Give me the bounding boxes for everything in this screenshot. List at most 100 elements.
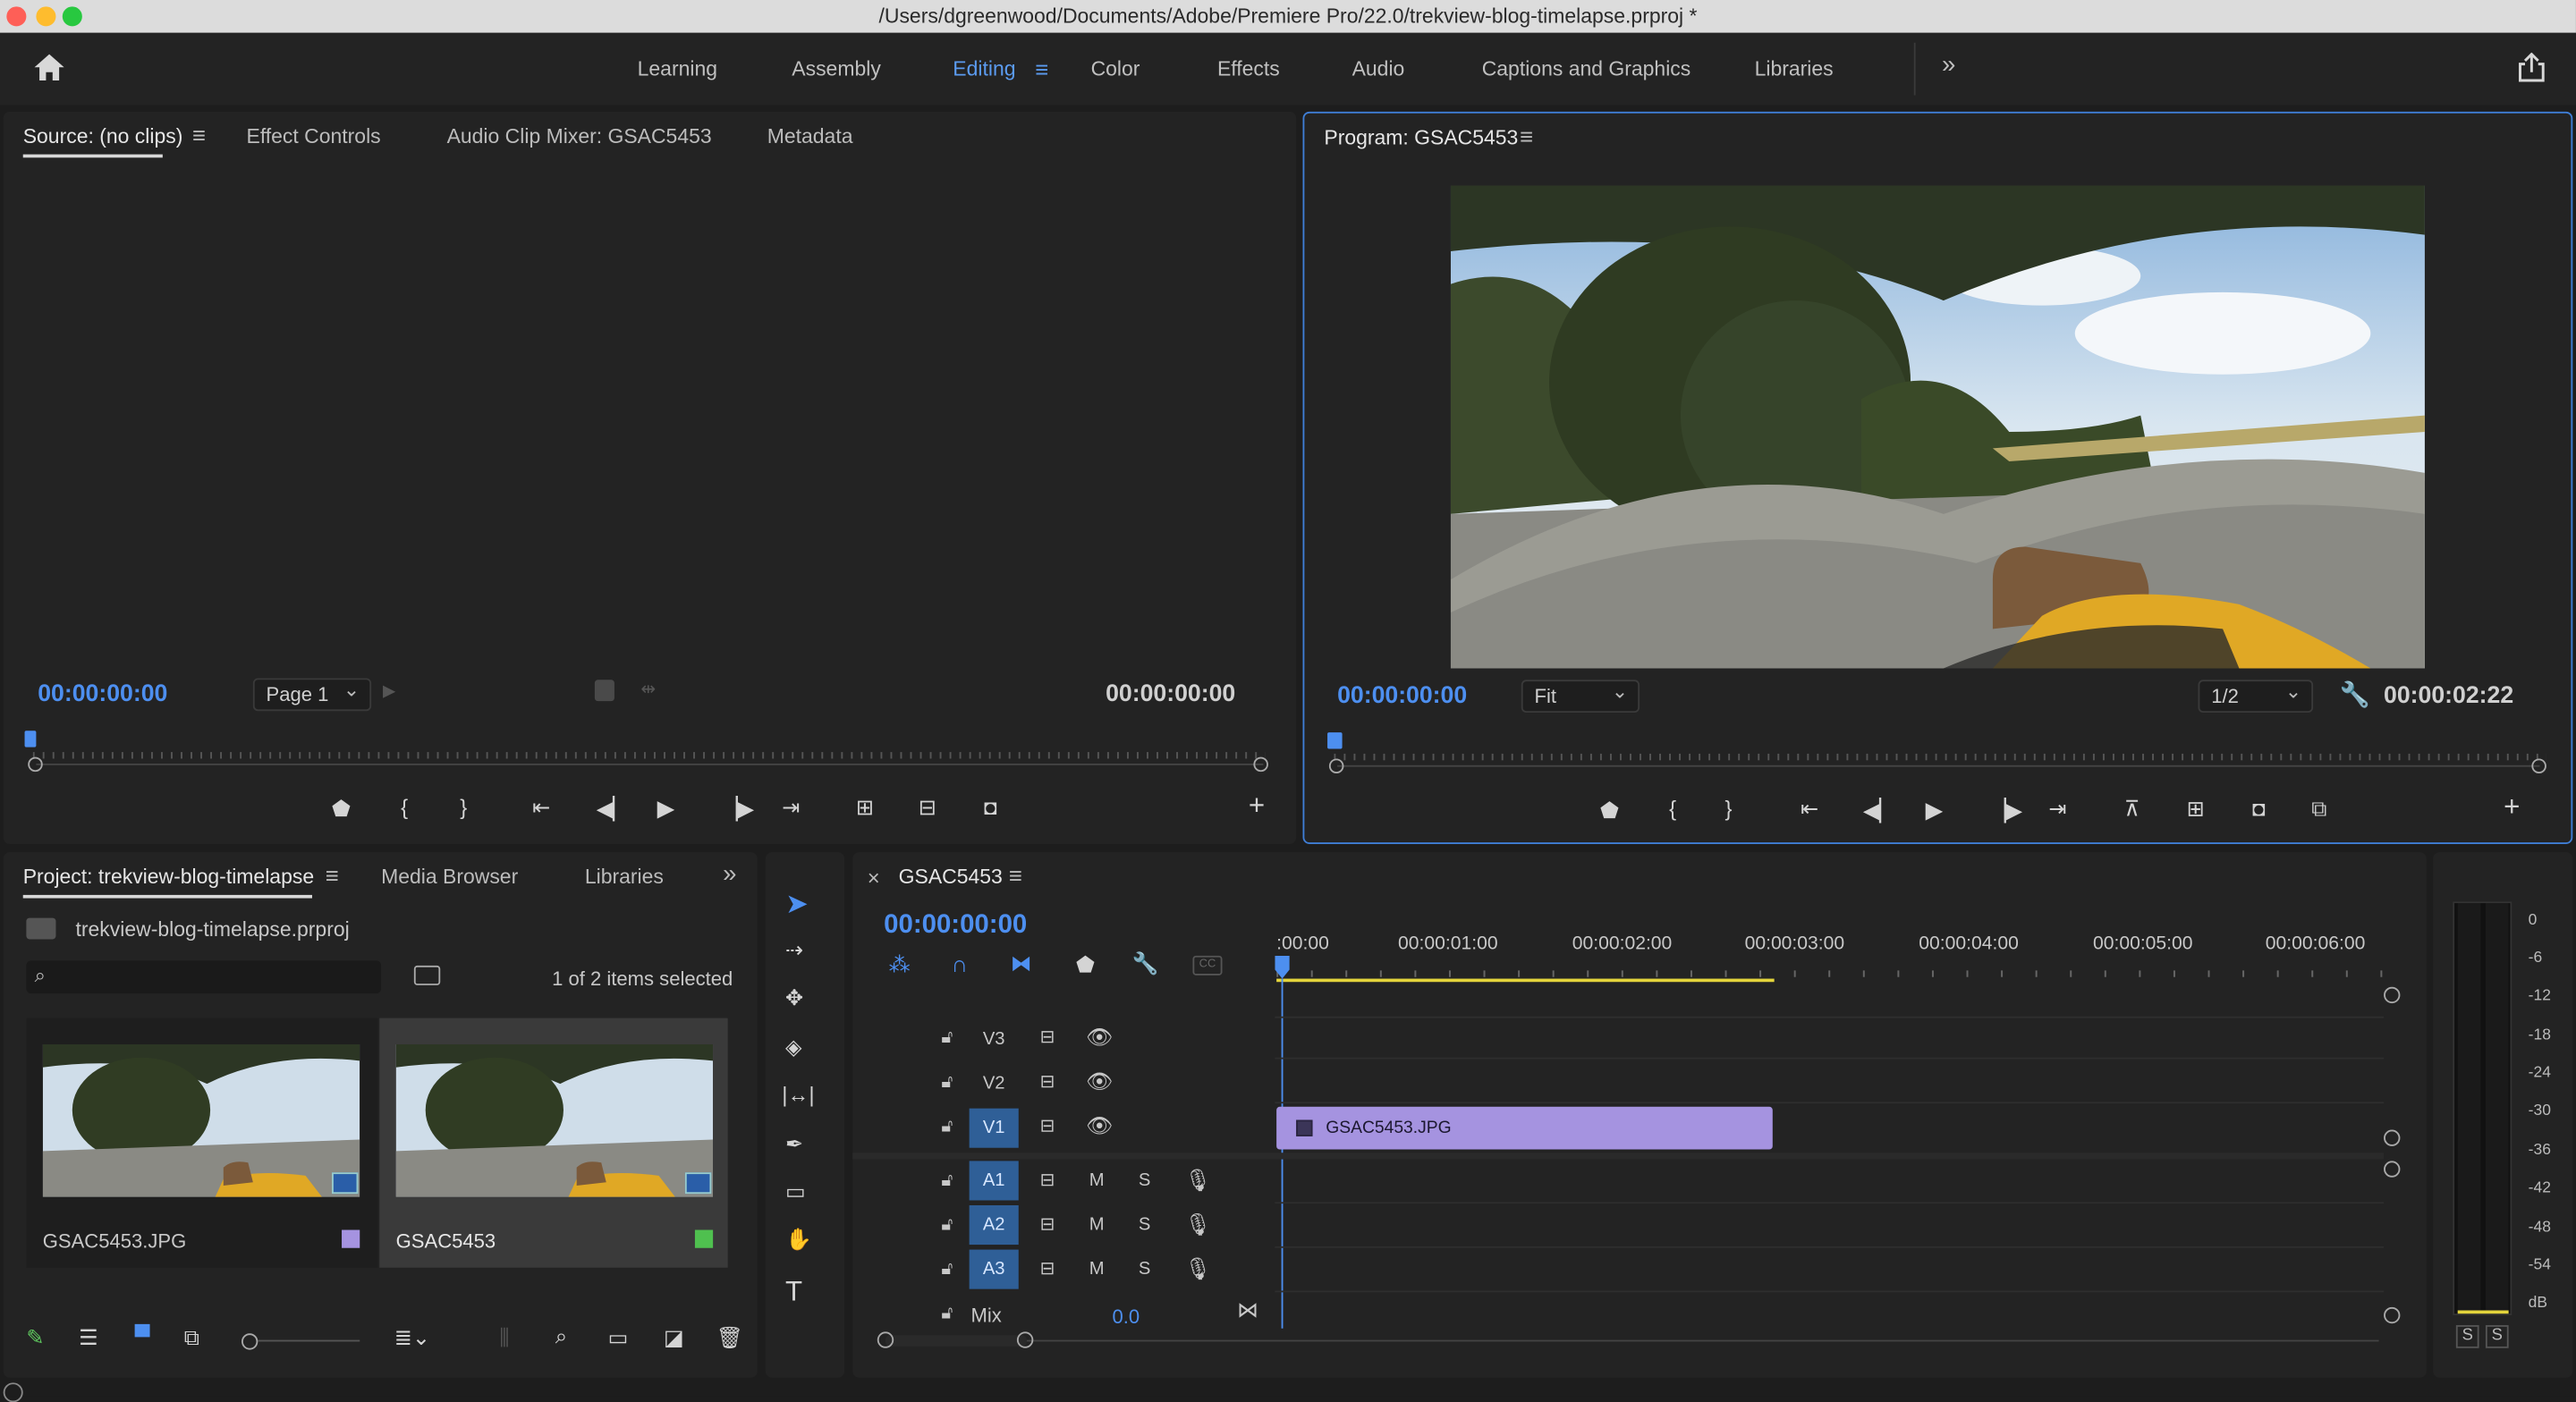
source-zoom-handle-right[interactable] xyxy=(1253,756,1268,773)
horizontal-scrollbar[interactable] xyxy=(890,1339,2379,1342)
fx-badge-icon[interactable] xyxy=(1296,1119,1313,1136)
minimize-window-button[interactable] xyxy=(36,6,56,27)
project-search-input[interactable]: ⌕ xyxy=(26,960,382,994)
export-frame-icon[interactable]: ◘ xyxy=(984,795,996,820)
workspace-effects[interactable]: Effects xyxy=(1217,33,1280,106)
maximize-window-button[interactable] xyxy=(62,6,82,27)
zoom-slider-handle[interactable] xyxy=(241,1333,258,1350)
eye-icon[interactable]: 👁︎ xyxy=(1086,1025,1113,1051)
fit-select[interactable]: Fit xyxy=(1521,677,1640,714)
sync-lock-icon[interactable]: ⊟ xyxy=(1040,1070,1055,1092)
rectangle-tool-icon[interactable]: ▭ xyxy=(785,1179,806,1205)
lock-icon[interactable]: 🔓︎ xyxy=(941,1170,953,1192)
tab-program[interactable]: Program: GSAC5453 xyxy=(1324,126,1518,149)
add-marker-icon[interactable]: ⬟ xyxy=(332,797,351,823)
program-zoom-handle-right[interactable] xyxy=(2531,758,2546,773)
vertical-zoom-handle-bottom[interactable] xyxy=(2384,1129,2401,1146)
tab-sequence[interactable]: GSAC5453 xyxy=(899,866,1003,889)
source-playhead[interactable] xyxy=(24,731,37,747)
program-time-ruler[interactable] xyxy=(1334,743,2546,761)
solo-right-button[interactable]: S xyxy=(2485,1325,2509,1348)
go-to-in-icon[interactable]: ⇤ xyxy=(532,795,550,821)
write-protect-pencil-icon[interactable]: ✎ xyxy=(26,1325,44,1351)
lock-icon[interactable]: 🔓︎ xyxy=(941,1072,953,1094)
tab-audio-clip-mixer[interactable]: Audio Clip Mixer: GSAC5453 xyxy=(447,125,712,148)
audio-tracks-area[interactable] xyxy=(1275,1160,2384,1317)
track-label-a3[interactable]: A3 xyxy=(969,1249,1019,1289)
new-item-icon[interactable]: ◪ xyxy=(664,1325,684,1351)
horizontal-zoom-handle-right[interactable] xyxy=(1016,1331,1034,1348)
eye-icon[interactable]: 👁︎ xyxy=(1086,1069,1113,1095)
play-icon[interactable]: ▶ xyxy=(657,795,675,823)
video-audio-divider[interactable] xyxy=(852,1153,2385,1160)
vertical-zoom-handle-top[interactable] xyxy=(2384,986,2401,1004)
freeform-view-icon[interactable]: ⧉ xyxy=(184,1325,199,1351)
workspace-editing-menu-icon[interactable]: ≡ xyxy=(1035,33,1048,106)
hand-tool-icon[interactable]: ✋ xyxy=(785,1227,812,1253)
program-zoom-bar[interactable] xyxy=(1337,764,2540,767)
solo-button[interactable]: S xyxy=(1139,1170,1150,1190)
automate-to-sequence-icon[interactable]: ⫼ xyxy=(499,1325,509,1351)
program-go-to-out-icon[interactable]: ⇥ xyxy=(2048,797,2066,823)
extract-icon[interactable]: ⊞ xyxy=(2187,797,2205,823)
mix-volume-value[interactable]: 0.0 xyxy=(1112,1305,1140,1329)
microphone-icon[interactable]: 🎙︎ xyxy=(1184,1212,1211,1237)
snap-magnet-icon[interactable]: ∩ xyxy=(951,950,967,976)
track-label-a1[interactable]: A1 xyxy=(969,1161,1019,1201)
project-menu-icon[interactable]: ≡ xyxy=(326,862,339,888)
settings-wrench-icon[interactable]: 🔧 xyxy=(2339,680,2369,709)
solo-button[interactable]: S xyxy=(1139,1260,1150,1280)
comparison-view-icon[interactable]: ⧉ xyxy=(2311,797,2326,823)
lift-icon[interactable]: ⊼ xyxy=(2124,797,2140,823)
mute-button[interactable]: M xyxy=(1089,1215,1105,1235)
program-step-back-icon[interactable]: ◀▏ xyxy=(1863,798,1896,824)
slip-tool-icon[interactable]: |↔| xyxy=(782,1082,814,1107)
mute-button[interactable]: M xyxy=(1089,1170,1105,1190)
sync-lock-icon[interactable]: ⊟ xyxy=(1040,1115,1055,1136)
track-label-v1[interactable]: V1 xyxy=(969,1108,1019,1148)
sync-lock-icon[interactable]: ⊟ xyxy=(1040,1258,1055,1280)
sequence-menu-icon[interactable]: ≡ xyxy=(1009,862,1022,888)
close-sequence-icon[interactable]: × xyxy=(868,866,880,891)
home-icon[interactable] xyxy=(33,53,66,82)
program-zoom-handle-left[interactable] xyxy=(1328,758,1344,773)
workspace-color[interactable]: Color xyxy=(1091,33,1140,106)
step-forward-icon[interactable]: ▕▶ xyxy=(721,797,754,823)
mix-pan-icon[interactable]: ⋈ xyxy=(1237,1297,1258,1323)
microphone-icon[interactable]: 🎙︎ xyxy=(1184,1168,1211,1194)
lock-icon[interactable]: 🔓︎ xyxy=(941,1304,953,1325)
tab-effect-controls[interactable]: Effect Controls xyxy=(247,125,381,148)
horizontal-scroll-thumb[interactable] xyxy=(885,1335,1027,1347)
zoom-slider-track[interactable] xyxy=(258,1339,360,1342)
icon-view-icon[interactable]: ▀ xyxy=(135,1323,150,1348)
source-zoom-handle-left[interactable] xyxy=(28,756,43,773)
workspace-overflow-icon[interactable]: » xyxy=(1942,30,1955,102)
close-window-button[interactable] xyxy=(6,6,27,27)
new-search-bin-icon[interactable] xyxy=(413,965,441,985)
sync-lock-icon[interactable]: ⊟ xyxy=(1040,1213,1055,1235)
sync-lock-icon[interactable]: ⊟ xyxy=(1040,1170,1055,1190)
audio-zoom-handle-bottom[interactable] xyxy=(2384,1306,2401,1324)
source-menu-icon[interactable]: ≡ xyxy=(192,122,206,148)
program-menu-icon[interactable]: ≡ xyxy=(1520,123,1533,149)
program-playhead-timecode[interactable]: 00:00:00:00 xyxy=(1337,683,1467,709)
source-mode-icon[interactable] xyxy=(594,680,614,702)
sort-icons-icon[interactable]: ≣⌄ xyxy=(394,1325,430,1351)
overwrite-icon[interactable]: ⊟ xyxy=(919,795,936,821)
lock-icon[interactable]: 🔓︎ xyxy=(941,1028,953,1050)
source-playhead-timecode[interactable]: 00:00:00:00 xyxy=(38,681,167,707)
workspace-captions-and-graphics[interactable]: Captions and Graphics xyxy=(1482,33,1691,106)
ripple-edit-tool-icon[interactable]: ✥ xyxy=(785,985,803,1011)
tab-project[interactable]: Project: trekview-blog-timelapse xyxy=(23,866,314,889)
tab-libraries[interactable]: Libraries xyxy=(585,866,664,889)
program-playhead[interactable] xyxy=(1327,732,1343,749)
program-export-frame-icon[interactable]: ◘ xyxy=(2252,797,2265,822)
program-add-marker-icon[interactable]: ⬟ xyxy=(1600,798,1619,824)
new-bin-icon[interactable]: ▭ xyxy=(608,1325,629,1351)
tab-media-browser[interactable]: Media Browser xyxy=(381,866,518,889)
find-icon[interactable]: ⌕ xyxy=(555,1323,567,1349)
insert-icon[interactable]: ⊞ xyxy=(856,795,874,821)
nest-icon[interactable]: ⁂ xyxy=(889,952,911,978)
program-mark-in-icon[interactable]: { xyxy=(1669,797,1676,822)
eye-icon[interactable]: 👁︎ xyxy=(1086,1113,1113,1139)
